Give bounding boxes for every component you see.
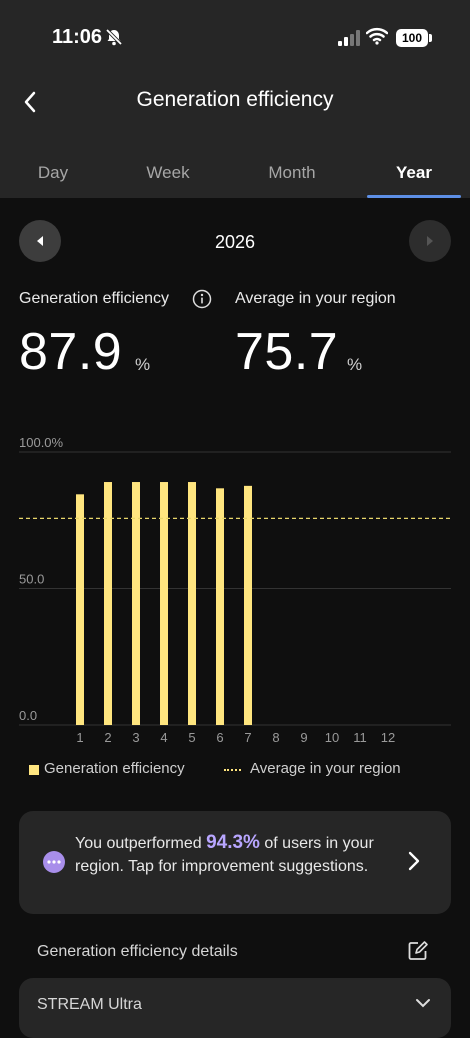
efficiency-details-row[interactable]: Generation efficiency details [19, 928, 451, 976]
legend-label-region: Average in your region [250, 760, 401, 777]
chevron-down-icon [416, 999, 430, 1008]
device-name: STREAM Ultra [37, 996, 142, 1013]
info-icon[interactable] [192, 289, 212, 309]
edit-icon[interactable] [407, 940, 429, 962]
legend-swatch-region [224, 769, 241, 771]
tab-day[interactable]: Day [0, 148, 106, 198]
tab-year[interactable]: Year [367, 148, 461, 198]
efficiency-label: Generation efficiency [19, 290, 170, 307]
legend-label-efficiency: Generation efficiency [44, 760, 185, 777]
efficiency-bar-chart: 100.0%50.00.01 2 3 4 5 6 7 8 9 10 11 12 [19, 435, 451, 745]
insight-text-before: You outperformed [75, 835, 207, 852]
active-tab-indicator [367, 195, 461, 198]
device-card[interactable]: STREAM Ultra [19, 978, 451, 1038]
region-average-label: Average in your region [235, 290, 396, 307]
battery-level: 100 [401, 31, 423, 45]
efficiency-value: 87.9 [19, 323, 123, 381]
improvement-suggestions-card[interactable]: You outperformed 94.3% of users in your … [19, 811, 451, 914]
app-header: Generation efficiency Day Week Month Yea… [0, 72, 470, 198]
x-tick-label: 9 [300, 730, 307, 745]
triangle-right-icon [427, 236, 433, 246]
tab-week[interactable]: Week [118, 148, 218, 198]
year-navigator: 2026 [0, 220, 470, 266]
y-tick-label: 0.0 [19, 708, 37, 723]
tab-month[interactable]: Month [240, 148, 344, 198]
period-tabs: Day Week Month Year [0, 148, 470, 198]
insight-percentage: 94.3% [206, 832, 260, 853]
x-tick-label: 6 [216, 730, 223, 745]
chat-bubble-icon [43, 851, 65, 873]
y-tick-label: 100.0% [19, 435, 64, 450]
x-tick-label: 2 [104, 730, 111, 745]
x-tick-label: 1 [76, 730, 83, 745]
x-tick-label: 10 [325, 730, 339, 745]
bar-month-7 [244, 485, 252, 725]
wifi-icon [366, 28, 388, 45]
y-tick-label: 50.0 [19, 572, 44, 587]
region-average-unit: % [347, 355, 363, 374]
status-time: 11:06 [52, 26, 103, 48]
bar-month-1 [76, 494, 84, 725]
x-tick-label: 11 [353, 730, 367, 745]
x-tick-label: 4 [160, 730, 167, 745]
efficiency-unit: % [135, 355, 151, 374]
next-year-button[interactable] [409, 220, 451, 262]
x-tick-label: 3 [132, 730, 139, 745]
signal-icon [338, 30, 360, 46]
x-tick-label: 8 [272, 730, 279, 745]
chart-legend: Generation efficiency Average in your re… [0, 760, 470, 780]
insight-text: You outperformed 94.3% of users in your … [75, 831, 395, 878]
x-tick-label: 5 [188, 730, 195, 745]
selected-year: 2026 [214, 232, 256, 252]
page-title: Generation efficiency [136, 88, 334, 111]
region-average-value: 75.7 [235, 323, 339, 381]
x-tick-label: 12 [381, 730, 395, 745]
status-bar: 11:06 100 [0, 0, 470, 72]
efficiency-details-label: Generation efficiency details [37, 943, 238, 960]
bar-month-6 [216, 488, 224, 725]
battery-icon: 100 [396, 29, 428, 47]
battery-nub [429, 34, 432, 42]
bell-muted-icon [105, 28, 123, 46]
x-tick-label: 7 [244, 730, 251, 745]
legend-swatch-efficiency [29, 765, 39, 775]
chevron-right-icon [408, 851, 420, 871]
